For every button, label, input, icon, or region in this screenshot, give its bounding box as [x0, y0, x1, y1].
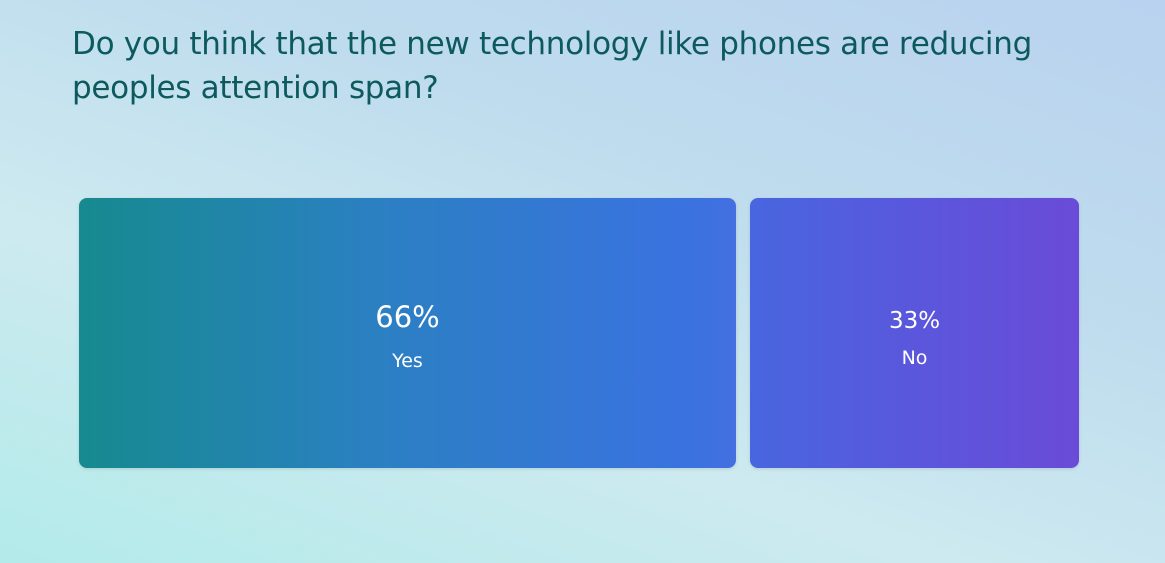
data-label-yes-percent: 66%	[375, 300, 440, 334]
result-tile-yes: 66% Yes	[79, 198, 736, 468]
category-label-no: No	[901, 347, 928, 369]
category-label-yes: Yes	[392, 350, 423, 372]
question-title: Do you think that the new technology lik…	[72, 26, 1032, 106]
data-label-no-percent: 33%	[888, 308, 941, 334]
result-tile-no: 33% No	[750, 198, 1079, 468]
